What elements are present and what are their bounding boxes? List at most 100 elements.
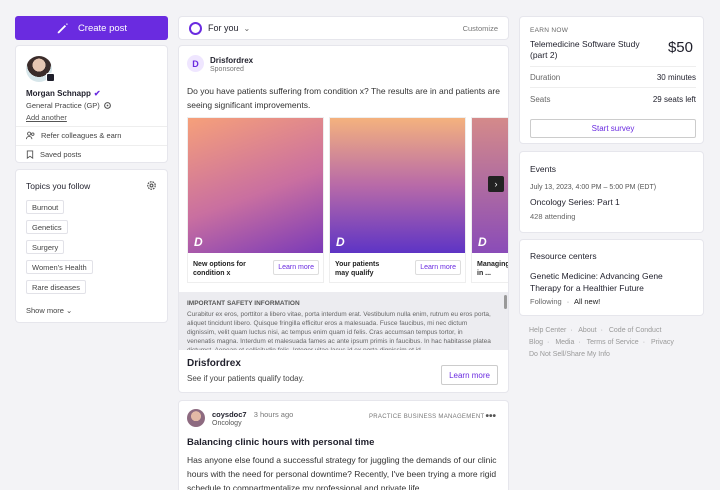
brand-name[interactable]: Drisfordrex	[210, 56, 253, 65]
scrollbar[interactable]	[504, 295, 507, 309]
chevron-down-icon: ⌄	[66, 306, 73, 315]
event-date: July 13, 2023, 4:00 PM – 5:00 PM (EDT)	[530, 184, 657, 191]
safety-body: Curabitur ex eros, porttitor a libero vi…	[187, 311, 491, 350]
event-name[interactable]: Oncology Series: Part 1	[530, 197, 620, 207]
brand-logo-icon: D	[194, 235, 203, 249]
footer-link[interactable]: About	[578, 327, 596, 334]
brand-logo-icon: D	[336, 235, 345, 249]
pencil-icon	[57, 23, 68, 34]
separator: ·	[566, 297, 570, 306]
duration-label: Duration	[530, 73, 561, 82]
earn-card: EARN NOW Telemedicine Software Study (pa…	[519, 16, 704, 144]
seats-value: 29 seats left	[652, 95, 696, 104]
topics-title: Topics you follow	[26, 181, 91, 191]
refer-colleagues-link[interactable]: Refer colleagues & earn	[16, 126, 167, 144]
post-category[interactable]: PRACTICE BUSINESS MANAGEMENT	[369, 414, 484, 420]
create-post-label: Create post	[77, 22, 128, 34]
divider	[530, 87, 696, 88]
bookmark-icon	[26, 150, 34, 159]
footer-links: Help Center · About · Code of Conduct Blog…	[529, 325, 704, 361]
footer-link[interactable]: Blog	[529, 339, 543, 346]
footer-link[interactable]: Do Not Sell/Share My Info	[529, 351, 610, 358]
verified-icon: ✔	[93, 89, 101, 98]
users-icon	[26, 131, 35, 140]
show-more-label: Show more	[26, 306, 64, 315]
camera-icon[interactable]	[46, 73, 55, 82]
chevron-right-icon[interactable]: ›	[488, 176, 504, 192]
brand-name: Drisfordrex	[187, 358, 241, 369]
profile-specialty: General Practice (GP)	[26, 101, 100, 110]
feed-dropdown[interactable]: For you	[208, 23, 239, 33]
carousel-caption: condition x	[193, 270, 231, 277]
saved-posts-label: Saved posts	[40, 150, 82, 159]
carousel-image	[330, 118, 465, 253]
separator: ·	[570, 327, 573, 334]
carousel-caption: in ...	[477, 270, 491, 277]
footer-link[interactable]: Privacy	[651, 339, 674, 346]
topic-chip[interactable]: Surgery	[26, 240, 65, 254]
add-another-link[interactable]: Add another	[26, 113, 67, 122]
show-more-button[interactable]: Show more ⌄	[26, 306, 72, 315]
resource-centers-card: Resource centers Genetic Medicine: Advan…	[519, 239, 704, 316]
carousel-caption: may qualify	[335, 270, 374, 277]
duration-value: 30 minutes	[656, 73, 696, 82]
separator: ·	[600, 327, 603, 334]
safety-title: IMPORTANT SAFETY INFORMATION	[187, 300, 300, 307]
learn-more-button[interactable]: Learn more	[415, 260, 461, 275]
study-title: Telemedicine Software Study (part 2)	[530, 39, 640, 60]
gear-icon[interactable]	[146, 180, 157, 191]
customize-link[interactable]: Customize	[463, 24, 498, 33]
new-label: All new!	[573, 297, 601, 306]
resource-name[interactable]: Genetic Medicine: Advancing Gene Therapy…	[530, 270, 695, 294]
carousel-card[interactable]: D Managing in ...	[471, 117, 509, 283]
feed-post: coysdoc7 3 hours ago Oncology PRACTICE B…	[178, 400, 509, 490]
seats-label: Seats	[530, 95, 551, 104]
post-time: 3 hours ago	[253, 410, 294, 419]
avatar[interactable]	[187, 409, 205, 427]
post-title[interactable]: Balancing clinic hours with personal tim…	[187, 437, 374, 448]
post-specialty: Oncology	[212, 420, 242, 427]
carousel-caption: Your patients	[335, 261, 380, 268]
topic-chip[interactable]: Women's Health	[26, 260, 93, 274]
separator: ·	[547, 339, 550, 346]
events-title: Events	[530, 164, 556, 174]
topics-card: Topics you follow Burnout Genetics Surge…	[15, 169, 168, 323]
post-body: Has anyone else found a successful strat…	[187, 455, 497, 490]
footer-link[interactable]: Media	[555, 339, 574, 346]
ad-text: Do you have patients suffering from cond…	[187, 86, 500, 110]
brand-logo-icon: D	[478, 235, 487, 249]
topic-chip[interactable]: Burnout	[26, 200, 65, 214]
feed-selector: For you ⌄ Customize	[178, 16, 509, 40]
sponsored-post: D Drisfordrex Sponsored Do you have pati…	[178, 45, 509, 393]
create-post-button[interactable]: Create post	[15, 16, 168, 40]
refer-label: Refer colleagues & earn	[41, 131, 122, 140]
topic-chip[interactable]: Genetics	[26, 220, 68, 234]
footer-link[interactable]: Code of Conduct	[609, 327, 662, 334]
footer-link[interactable]: Terms of Service	[587, 339, 639, 346]
profile-name[interactable]: Morgan Schnapp	[26, 89, 91, 98]
carousel-card[interactable]: D New options for condition x Learn more	[187, 117, 324, 283]
brand-logo[interactable]: D	[187, 55, 204, 72]
event-attending: 428 attending	[530, 212, 576, 221]
learn-more-button[interactable]: Learn more	[441, 365, 498, 385]
sponsored-label: Sponsored	[210, 66, 244, 73]
ad-tagline: See if your patients qualify today.	[187, 374, 305, 383]
separator: ·	[642, 339, 646, 346]
profile-card: Morgan Schnapp ✔ General Practice (GP) A…	[15, 45, 168, 163]
earn-label: EARN NOW	[530, 27, 569, 34]
safety-information[interactable]: IMPORTANT SAFETY INFORMATION Curabitur e…	[179, 292, 508, 350]
start-survey-button[interactable]: Start survey	[530, 119, 696, 138]
more-icon[interactable]: •••	[485, 411, 496, 422]
saved-posts-link[interactable]: Saved posts	[16, 145, 167, 163]
gear-icon[interactable]	[103, 101, 112, 110]
carousel-caption: Managing	[477, 261, 509, 268]
learn-more-button[interactable]: Learn more	[273, 260, 319, 275]
carousel-card[interactable]: D Your patients may qualify Learn more	[329, 117, 466, 283]
footer-link[interactable]: Help Center	[529, 327, 566, 334]
post-author[interactable]: coysdoc7	[212, 410, 247, 419]
carousel-caption: New options for	[193, 261, 246, 268]
chevron-down-icon[interactable]: ⌄	[244, 24, 251, 33]
topic-chip[interactable]: Rare diseases	[26, 280, 86, 294]
following-label[interactable]: Following	[530, 297, 562, 306]
resource-centers-title: Resource centers	[530, 251, 597, 261]
